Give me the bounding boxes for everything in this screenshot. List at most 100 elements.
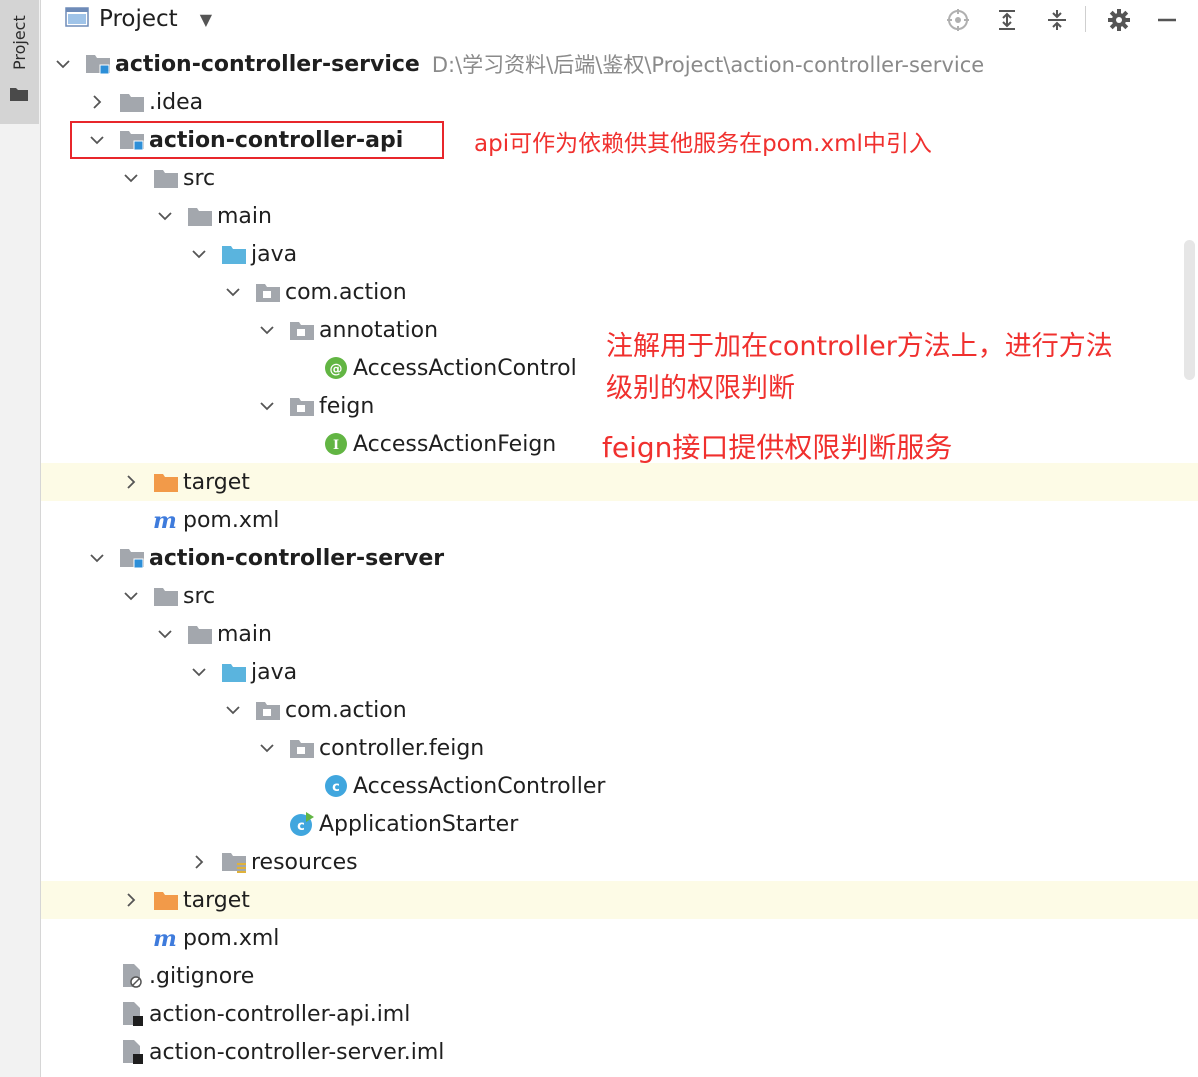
- folder-icon: [153, 583, 179, 609]
- source-folder-icon: [221, 241, 247, 267]
- chevron-down-icon[interactable]: [157, 208, 173, 224]
- excluded-folder-icon: [153, 469, 179, 495]
- chevron-down-icon[interactable]: [89, 550, 105, 566]
- minimize-icon[interactable]: [1152, 5, 1182, 35]
- svg-text:m: m: [153, 926, 177, 950]
- chevron-down-icon[interactable]: [259, 322, 275, 338]
- project-tab-folder-icon: [9, 86, 29, 106]
- tree-row[interactable]: java: [41, 235, 1198, 273]
- tree-item-label: java: [251, 241, 298, 267]
- tree-item-label: java: [251, 659, 298, 685]
- source-folder-icon: [221, 659, 247, 685]
- chevron-down-icon[interactable]: [225, 702, 241, 718]
- api-annotation-note: api可作为依赖供其他服务在pom.xml中引入: [474, 131, 932, 157]
- tree-row[interactable]: c AccessActionController: [41, 767, 1198, 805]
- module-path: D:\学习资料\后端\鉴权\Project\action-controller-…: [431, 53, 985, 77]
- tree-item-label: target: [183, 887, 250, 913]
- module-folder-icon: [85, 51, 111, 77]
- chevron-right-icon[interactable]: [123, 474, 139, 490]
- tree-item-label: com.action: [285, 697, 407, 723]
- feign-annotation-note: feign接口提供权限判断服务: [602, 431, 953, 464]
- locate-icon[interactable]: [943, 5, 973, 35]
- tree-row[interactable]: main: [41, 615, 1198, 653]
- chevron-down-icon[interactable]: [157, 626, 173, 642]
- chevron-down-icon[interactable]: [123, 588, 139, 604]
- chevron-down-icon[interactable]: [225, 284, 241, 300]
- chevron-down-icon[interactable]: [191, 664, 207, 680]
- tree-row[interactable]: .idea: [41, 83, 1198, 121]
- tree-row[interactable]: action-controller-server.iml: [41, 1033, 1198, 1071]
- left-tool-stripe: Project: [0, 0, 41, 1077]
- tree-item-label: controller.feign: [319, 735, 485, 761]
- package-icon: [289, 393, 315, 419]
- chevron-right-icon[interactable]: [123, 892, 139, 908]
- tree-item-label: action-controller-service: [115, 51, 420, 77]
- tree-row[interactable]: target: [41, 881, 1198, 919]
- project-view-icon: [65, 7, 89, 31]
- tree-item-label: AccessActionController: [353, 773, 606, 799]
- tree-row[interactable]: m pom.xml: [41, 501, 1198, 539]
- highlight-box: [70, 121, 444, 159]
- expand-all-icon[interactable]: [992, 5, 1022, 35]
- tree-row[interactable]: action-controller-api.iml: [41, 995, 1198, 1033]
- spring-class-icon: c: [289, 811, 315, 837]
- chevron-right-icon[interactable]: [191, 854, 207, 870]
- package-icon: [289, 317, 315, 343]
- gear-icon[interactable]: [1104, 5, 1134, 35]
- svg-text:c: c: [332, 780, 340, 795]
- tree-item-label: main: [217, 203, 272, 229]
- package-icon: [255, 279, 281, 305]
- tree-row[interactable]: com.action: [41, 691, 1198, 729]
- chevron-down-icon[interactable]: [191, 246, 207, 262]
- tree-item-label: AccessActionFeign: [353, 431, 557, 457]
- folder-icon: [187, 203, 213, 229]
- chevron-down-icon[interactable]: [259, 398, 275, 414]
- tree-row[interactable]: m pom.xml: [41, 919, 1198, 957]
- tree-row[interactable]: controller.feign: [41, 729, 1198, 767]
- view-selector-label: Project: [99, 6, 178, 32]
- tree-item-label: src: [183, 583, 216, 609]
- tree-item-label: com.action: [285, 279, 407, 305]
- chevron-right-icon[interactable]: [89, 94, 105, 110]
- tree-row[interactable]: resources: [41, 843, 1198, 881]
- chevron-down-icon[interactable]: [123, 170, 139, 186]
- chevron-down-icon[interactable]: [55, 56, 71, 72]
- tree-item-label: ApplicationStarter: [319, 811, 519, 837]
- tree-item-label: AccessActionControl: [353, 355, 577, 381]
- annotation-note-line-1: 注解用于加在controller方法上，进行方法: [606, 331, 1113, 362]
- tree-row[interactable]: action-controller-service D:\学习资料\后端\鉴权\P…: [41, 45, 1198, 83]
- tree-row[interactable]: main: [41, 197, 1198, 235]
- module-folder-icon: [119, 545, 145, 571]
- tree-row[interactable]: c ApplicationStarter: [41, 805, 1198, 843]
- project-tab-label: Project: [10, 15, 29, 70]
- tree-item-label: pom.xml: [183, 507, 280, 533]
- annotation-usage-note: 注解用于加在controller方法上，进行方法 级别的权限判断: [606, 326, 1113, 410]
- tree-item-label: src: [183, 165, 216, 191]
- class-icon: c: [323, 773, 349, 799]
- collapse-all-icon[interactable]: [1042, 5, 1072, 35]
- tree-row[interactable]: .gitignore: [41, 957, 1198, 995]
- svg-text:c: c: [297, 819, 305, 834]
- project-tool-tab[interactable]: Project: [0, 0, 39, 124]
- tree-row[interactable]: com.action: [41, 273, 1198, 311]
- ignore-file-icon: [119, 963, 145, 989]
- tree-row[interactable]: java: [41, 653, 1198, 691]
- tree-row[interactable]: src: [41, 577, 1198, 615]
- tree-item-label: .gitignore: [149, 963, 255, 989]
- annotation-icon: @: [323, 355, 349, 381]
- view-selector[interactable]: Project ▼: [65, 3, 212, 35]
- interface-icon: I: [323, 431, 349, 457]
- toolbar-separator: [1085, 6, 1086, 32]
- iml-file-icon: [119, 1039, 145, 1065]
- svg-text:@: @: [330, 362, 343, 377]
- tree-item-label: action-controller-server: [149, 545, 445, 571]
- maven-icon: m: [153, 925, 179, 951]
- tree-item-label: action-controller-server.iml: [149, 1039, 445, 1065]
- tree-row[interactable]: action-controller-server: [41, 539, 1198, 577]
- tree-row[interactable]: src: [41, 159, 1198, 197]
- chevron-down-icon[interactable]: [259, 740, 275, 756]
- tree-row[interactable]: target: [41, 463, 1198, 501]
- annotation-note-line-2: 级别的权限判断: [606, 373, 795, 404]
- tree-item-label: annotation: [319, 317, 439, 343]
- tree-item-label: feign: [319, 393, 375, 419]
